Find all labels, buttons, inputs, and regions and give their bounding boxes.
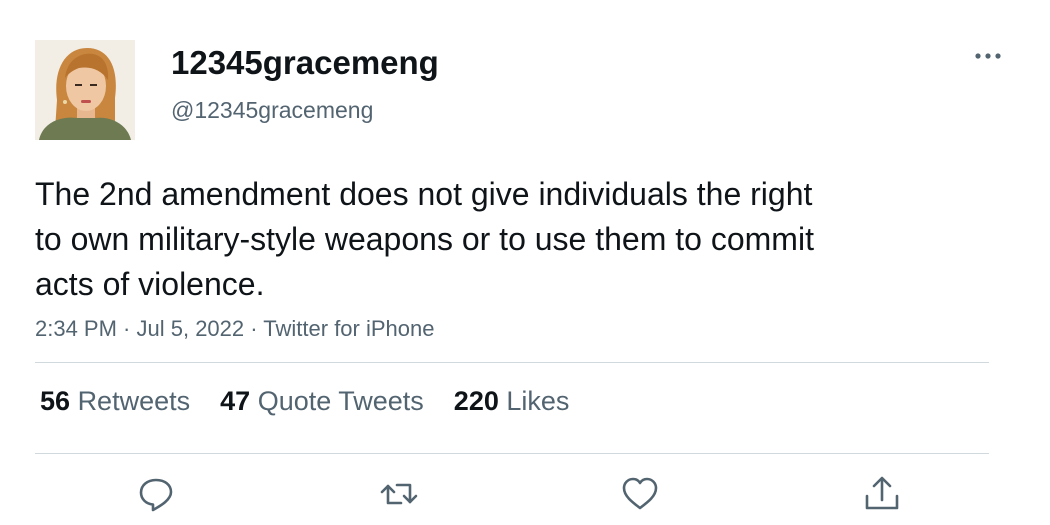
retweet-icon	[380, 483, 418, 505]
divider	[35, 453, 989, 454]
likes-label: Likes	[506, 386, 570, 416]
retweets-label: Retweets	[77, 386, 191, 416]
like-icon	[622, 477, 658, 510]
more-dots-icon	[975, 53, 1001, 59]
quote-tweets-count: 47	[220, 386, 251, 416]
tweet-text-line: acts of violence.	[35, 266, 265, 302]
quote-tweets-label: Quote Tweets	[257, 386, 424, 416]
meta-separator: ·	[116, 316, 137, 341]
avatar[interactable]	[35, 40, 135, 140]
tweet-text: The 2nd amendment does not give individu…	[35, 172, 995, 307]
meta-separator: ·	[244, 316, 264, 341]
tweet-source[interactable]: Twitter for iPhone	[263, 316, 434, 341]
tweet-meta: 2:34 PM · Jul 5, 2022 · Twitter for iPho…	[35, 316, 434, 342]
author-display-name[interactable]: 12345gracemeng	[171, 44, 439, 82]
divider	[35, 362, 989, 363]
retweet-button[interactable]	[379, 474, 419, 514]
reply-button[interactable]	[136, 474, 176, 514]
retweets-stat[interactable]: 56 Retweets	[40, 386, 190, 417]
tweet-stats: 56 Retweets 47 Quote Tweets 220 Likes	[40, 386, 569, 417]
tweet-text-line: to own military-style weapons or to use …	[35, 221, 814, 257]
quote-tweets-stat[interactable]: 47 Quote Tweets	[220, 386, 424, 417]
share-button[interactable]	[862, 474, 902, 514]
retweets-count: 56	[40, 386, 71, 416]
likes-count: 220	[453, 386, 499, 416]
avatar-image	[35, 40, 135, 140]
like-button[interactable]	[620, 474, 660, 514]
tweet-time[interactable]: 2:34 PM	[35, 316, 117, 341]
tweet-text-line: The 2nd amendment does not give individu…	[35, 176, 813, 212]
reply-icon	[139, 478, 173, 512]
more-options-button[interactable]	[968, 40, 1008, 70]
author-handle[interactable]: @12345gracemeng	[171, 97, 373, 124]
tweet-date[interactable]: Jul 5, 2022	[137, 316, 245, 341]
action-bar	[0, 474, 1050, 514]
likes-stat[interactable]: 220 Likes	[454, 386, 570, 417]
share-icon	[865, 476, 899, 510]
